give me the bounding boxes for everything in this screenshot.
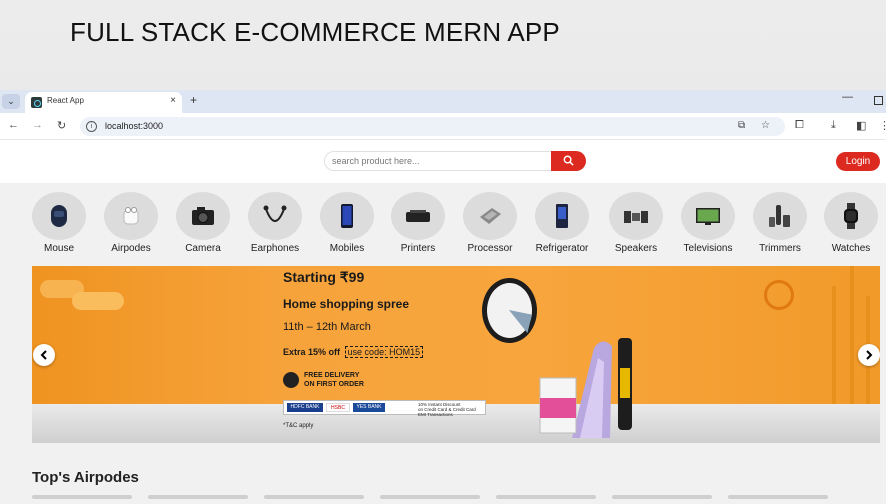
- product-card[interactable]: [612, 495, 712, 499]
- printer-icon: [406, 210, 430, 222]
- tab-react-app[interactable]: React App ×: [25, 92, 182, 113]
- category-label: Processor: [467, 243, 513, 254]
- watch-icon: [844, 203, 858, 229]
- bookmark-star-icon[interactable]: ☆: [761, 120, 770, 131]
- url-text: localhost:3000: [105, 121, 164, 131]
- promo-banner[interactable]: Starting ₹99 Home shopping spree 11th – …: [32, 266, 880, 443]
- category-label: Speakers: [614, 243, 658, 254]
- tab-bar: ⌄ React App × + —: [0, 90, 886, 113]
- window-maximize-button[interactable]: [874, 96, 883, 105]
- category-item-airpodes[interactable]: Airpodes: [95, 192, 167, 258]
- site-info-icon[interactable]: i: [86, 121, 97, 132]
- tab-search-icon[interactable]: ⌄: [2, 94, 20, 109]
- banner-prev-button[interactable]: [33, 344, 55, 366]
- window-minimize-button[interactable]: —: [842, 91, 853, 103]
- react-favicon-icon: [31, 97, 42, 108]
- tab-title: React App: [47, 96, 84, 105]
- cast-icon[interactable]: ⧉: [738, 120, 745, 131]
- category-item-processor[interactable]: Processor: [454, 192, 526, 258]
- browser-window: ⌄ React App × + — ← → ↻ i localhost:3000…: [0, 90, 886, 504]
- bank-hsbc-logo: HSBC: [326, 403, 350, 412]
- bank-yes-logo: YES BANK: [353, 403, 385, 412]
- wall-clock-image: [482, 278, 537, 343]
- processor-icon: [480, 208, 501, 224]
- omnibox[interactable]: i localhost:3000 ⧉ ☆: [80, 117, 785, 136]
- banner-terms: *T&C apply: [283, 423, 314, 429]
- search-input[interactable]: [324, 151, 552, 171]
- app-header: Login: [0, 140, 886, 183]
- category-item-mouse[interactable]: Mouse: [23, 192, 95, 258]
- banner-next-button[interactable]: [858, 344, 880, 366]
- bank-offer-strip: HDFC BANK HSBC YES BANK 10% Instant Disc…: [283, 400, 486, 417]
- chevron-right-icon: [866, 350, 873, 360]
- television-icon: [696, 208, 720, 225]
- speaker-icon: [624, 211, 648, 223]
- section-title-top-airpodes: Top's Airpodes: [32, 469, 139, 486]
- refrigerator-icon: [556, 204, 568, 228]
- product-card[interactable]: [380, 495, 480, 499]
- new-tab-button[interactable]: +: [190, 93, 197, 107]
- forward-icon[interactable]: →: [32, 119, 43, 131]
- category-label: Televisions: [683, 243, 733, 254]
- tab-close-icon[interactable]: ×: [170, 95, 176, 106]
- category-label: Watches: [831, 243, 871, 254]
- banner-offer: Extra 15% off use code: HOM15: [283, 346, 424, 358]
- category-label: Mouse: [43, 243, 74, 254]
- search-bar: [324, 151, 586, 171]
- download-icon[interactable]: ⤓: [831, 119, 836, 132]
- banner-offer-code: use code: HOM15: [344, 346, 424, 358]
- category-label: Mobiles: [329, 243, 365, 254]
- mouse-icon: [51, 205, 67, 227]
- product-card[interactable]: [264, 495, 364, 499]
- login-button[interactable]: Login: [836, 152, 880, 171]
- camera-icon: [192, 207, 214, 225]
- category-label: Camera: [185, 243, 221, 254]
- cloud-decoration: [72, 292, 124, 310]
- bank-hdfc-logo: HDFC BANK: [287, 403, 323, 412]
- sidepanel-icon[interactable]: ◧: [856, 119, 866, 132]
- iron-and-spray-image: [539, 338, 632, 438]
- category-item-printers[interactable]: Printers: [382, 192, 454, 258]
- address-bar: ← → ↻ i localhost:3000 ⧉ ☆ ⧠ ⤓ ◧ ⋮: [0, 113, 886, 140]
- banner-headline: Home shopping spree: [283, 297, 410, 311]
- category-item-camera[interactable]: Camera: [167, 192, 239, 258]
- category-label: Earphones: [250, 243, 300, 254]
- airpods-icon: [123, 207, 139, 225]
- extensions-icon[interactable]: ⧠: [795, 119, 804, 132]
- slide-title: FULL STACK E-COMMERCE MERN APP: [70, 17, 560, 47]
- category-item-watches[interactable]: Watches: [815, 192, 886, 258]
- reload-icon[interactable]: ↻: [57, 119, 66, 132]
- category-label: Printers: [400, 243, 436, 254]
- category-item-earphones[interactable]: Earphones: [239, 192, 311, 258]
- product-card[interactable]: [496, 495, 596, 499]
- search-icon: [563, 155, 574, 166]
- banner-dates: 11th – 12th March: [283, 321, 371, 333]
- category-item-televisions[interactable]: Televisions: [672, 192, 744, 258]
- product-card[interactable]: [148, 495, 248, 499]
- product-card[interactable]: [32, 495, 132, 499]
- menu-icon[interactable]: ⋮: [879, 119, 886, 132]
- main-content: Mouse Airpodes Camera Earphones Mobiles …: [0, 183, 886, 504]
- category-item-refrigerator[interactable]: Refrigerator: [526, 192, 598, 258]
- category-item-trimmers[interactable]: Trimmers: [744, 192, 816, 258]
- sun-decoration: [764, 280, 794, 310]
- mobile-icon: [341, 204, 353, 228]
- category-item-mobiles[interactable]: Mobiles: [311, 192, 383, 258]
- trimmer-icon: [769, 205, 790, 227]
- search-button[interactable]: [551, 151, 586, 171]
- banner-starting-price: Starting ₹99: [283, 269, 365, 285]
- back-icon[interactable]: ←: [8, 119, 19, 131]
- category-label: Refrigerator: [535, 243, 589, 254]
- delivery-truck-icon: [283, 372, 299, 388]
- product-card[interactable]: [728, 495, 828, 499]
- category-label: Trimmers: [759, 243, 801, 254]
- bank-discount-text: 10% Instant Discount on Credit Card & Cr…: [418, 402, 476, 417]
- chevron-left-icon: [40, 350, 47, 360]
- category-label: Airpodes: [111, 243, 151, 254]
- earphones-icon: [263, 205, 287, 222]
- banner-offer-text: Extra 15% off: [283, 347, 341, 357]
- banner-delivery: FREE DELIVERY ON FIRST ORDER: [304, 372, 364, 388]
- category-item-speakers[interactable]: Speakers: [600, 192, 672, 258]
